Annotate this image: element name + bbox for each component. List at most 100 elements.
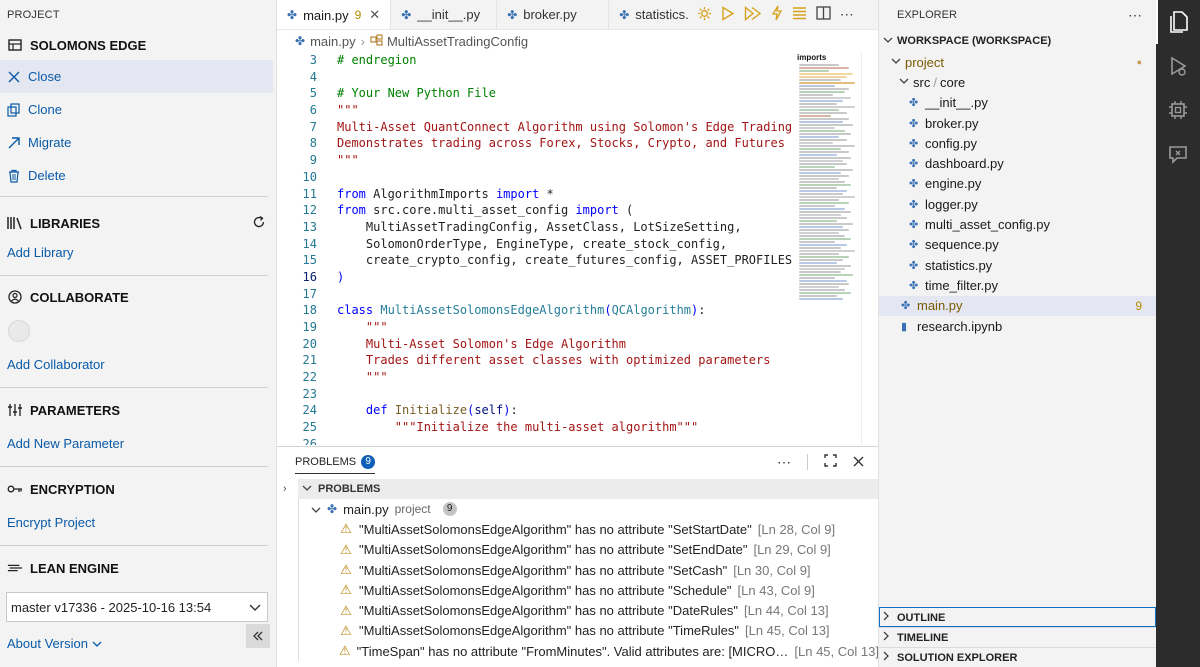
tab-label: main.py [303, 7, 349, 23]
line-number: 14 [302, 236, 317, 251]
more-actions-icon[interactable]: ⋯ [777, 454, 791, 471]
line-number: 8 [309, 136, 317, 151]
code-line: create_crypto_config, create_futures_con… [337, 253, 793, 268]
module-name: AlgorithmImports [365, 186, 496, 201]
solution-explorer-label: SOLUTION EXPLORER [897, 651, 1018, 664]
problem-item[interactable]: ⚠ "MultiAssetSolomonsEdgeAlgorithm" has n… [299, 600, 878, 620]
minimap-line [799, 100, 843, 102]
gear-icon[interactable] [697, 6, 712, 24]
problems-list: ✤ main.py project 9 ⚠ "MultiAssetSolomons… [298, 499, 879, 662]
migrate-project-label: Migrate [28, 135, 72, 150]
code-line: """Initialize the multi-asset algorithm"… [337, 420, 699, 435]
minimap-line [799, 184, 851, 186]
maximize-panel-icon[interactable] [824, 454, 837, 470]
encrypt-project-link[interactable]: Encrypt Project [0, 512, 276, 534]
minimap-line [799, 253, 839, 255]
about-version-toggle[interactable]: About Version [0, 628, 276, 658]
project-name-row: SOLOMONS EDGE [0, 30, 276, 60]
minimap[interactable]: imports [795, 52, 861, 445]
add-collaborator-link[interactable]: Add Collaborator [0, 354, 276, 376]
problem-item[interactable]: ⚠ "TimeSpan" has no attribute "FromMinute… [299, 641, 879, 661]
outline-section-header[interactable]: OUTLINE [879, 607, 1156, 627]
breadcrumb-file[interactable]: main.py [310, 34, 356, 49]
tree-file[interactable]: ✤ statistics.py [879, 255, 1156, 275]
tree-folder-src-core[interactable]: src / core [879, 72, 1156, 92]
problem-item[interactable]: ⚠ "MultiAssetSolomonsEdgeAlgorithm" has n… [299, 519, 878, 539]
tab-statistics-py[interactable]: ✤ statistics. [609, 0, 691, 29]
tree-file[interactable]: ✤ time_filter.py [879, 275, 1156, 295]
tree-file[interactable]: ✤ config.py [879, 133, 1156, 153]
line-number: 4 [309, 69, 317, 84]
minimap-line [799, 232, 839, 234]
problems-section-header[interactable]: PROBLEMS [298, 479, 878, 499]
problem-item[interactable]: ⚠ "MultiAssetSolomonsEdgeAlgorithm" has n… [299, 580, 878, 600]
code-editor[interactable]: 3 4 5 6 7 8 9 10 11 12 13 14 15 16 17 18… [277, 52, 878, 445]
timeline-section-header[interactable]: TIMELINE [879, 627, 1156, 647]
minimap-line [799, 277, 835, 279]
code-line: MultiAssetTradingConfig, AssetClass, Lot… [337, 219, 742, 234]
tab-main-py[interactable]: ✤ main.py 9 ✕ [277, 0, 392, 29]
run-debug-icon[interactable] [1156, 44, 1200, 88]
play-icon[interactable] [721, 5, 735, 24]
problem-item[interactable]: ⚠ "MultiAssetSolomonsEdgeAlgorithm" has n… [299, 621, 878, 641]
key-icon [7, 481, 23, 497]
close-project-button[interactable]: Close [0, 60, 273, 93]
code-line: Trades different asset classes with opti… [337, 353, 771, 368]
solution-explorer-section-header[interactable]: SOLUTION EXPLORER [879, 647, 1156, 667]
chevron-down-icon [302, 483, 318, 495]
minimap-line [799, 163, 847, 165]
problem-item[interactable]: ⚠ "MultiAssetSolomonsEdgeAlgorithm" has n… [299, 560, 878, 580]
tree-file[interactable]: ✤ logger.py [879, 194, 1156, 214]
delete-project-button[interactable]: Delete [0, 159, 276, 192]
editor-toolbar: ⋯ [691, 0, 854, 29]
tree-file[interactable]: ✤ multi_asset_config.py [879, 214, 1156, 234]
problem-file-row[interactable]: ✤ main.py project 9 [299, 499, 878, 519]
parameters-section-title: PARAMETERS [0, 395, 276, 425]
list-icon[interactable] [792, 6, 807, 23]
minimap-line [799, 172, 841, 174]
feedback-icon[interactable] [1156, 132, 1200, 176]
more-actions-icon[interactable]: ⋯ [840, 6, 854, 23]
tree-file[interactable]: ✤ broker.py [879, 113, 1156, 133]
problem-message: "MultiAssetSolomonsEdgeAlgorithm" has no… [359, 542, 748, 558]
migrate-project-button[interactable]: Migrate [0, 126, 276, 159]
editor-scrollbar[interactable] [861, 52, 878, 445]
parameter-name: self [474, 403, 504, 418]
divider [0, 275, 268, 276]
clone-project-button[interactable]: Clone [0, 93, 276, 126]
chevron-right-icon[interactable]: › [283, 483, 287, 495]
workspace-header[interactable]: WORKSPACE (WORKSPACE) [879, 30, 1156, 52]
refresh-icon[interactable] [252, 215, 266, 232]
collapse-panel-button[interactable] [246, 624, 270, 648]
tree-file[interactable]: ✤ dashboard.py [879, 153, 1156, 173]
tree-file[interactable]: ✤ __init__.py [879, 93, 1156, 113]
minimap-line [799, 121, 843, 123]
close-tab-icon[interactable]: ✕ [369, 7, 380, 23]
problem-item[interactable]: ⚠ "MultiAssetSolomonsEdgeAlgorithm" has n… [299, 540, 878, 560]
tab-broker-py[interactable]: ✤ broker.py [497, 0, 610, 29]
tab-init-py[interactable]: ✤ __init__.py [391, 0, 498, 29]
tab-problems[interactable]: PROBLEMS 9 [295, 454, 376, 474]
python-file-icon: ✤ [909, 178, 919, 191]
fast-forward-icon[interactable] [744, 5, 762, 24]
tree-file-main-py[interactable]: ✤ main.py 9 [879, 295, 1156, 316]
lightning-icon[interactable] [771, 5, 783, 24]
close-panel-icon[interactable] [853, 454, 864, 470]
tree-file[interactable]: ✤ engine.py [879, 174, 1156, 194]
line-number: 12 [302, 203, 317, 218]
tree-file[interactable]: ✤ sequence.py [879, 235, 1156, 255]
split-editor-icon[interactable] [816, 6, 831, 23]
extension-chip-icon[interactable] [1156, 88, 1200, 132]
add-library-link[interactable]: Add Library [0, 242, 276, 264]
minimap-line [799, 274, 853, 276]
lean-version-select[interactable]: master v17336 - 2025-10-16 13:54 [6, 592, 268, 622]
line-number: 9 [309, 153, 317, 168]
explorer-files-icon[interactable] [1156, 0, 1200, 44]
tree-file-research[interactable]: ▮ research.ipynb [879, 316, 1156, 336]
minimap-line [799, 178, 839, 180]
tree-folder-project[interactable]: project ● [879, 52, 1156, 72]
add-parameter-link[interactable]: Add New Parameter [0, 433, 276, 455]
warning-icon: ⚠ [340, 582, 352, 598]
more-actions-icon[interactable]: ⋯ [1128, 7, 1142, 24]
breadcrumb-symbol[interactable]: MultiAssetTradingConfig [387, 34, 528, 49]
